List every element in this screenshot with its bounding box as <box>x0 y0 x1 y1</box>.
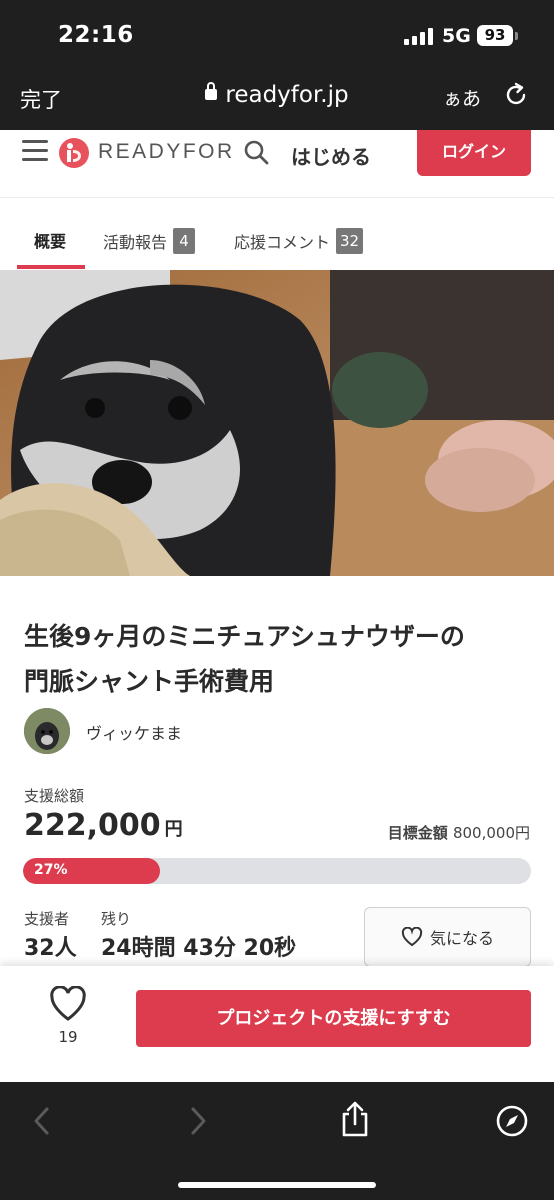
logo-icon[interactable] <box>59 138 89 168</box>
tab-activity-reports[interactable]: 活動報告 4 <box>103 228 196 254</box>
remaining-time-value: 24時間 43分 20秒 <box>101 936 297 961</box>
home-indicator[interactable] <box>178 1182 376 1188</box>
share-icon[interactable] <box>339 1100 371 1138</box>
battery-icon: 93 <box>477 25 513 46</box>
search-icon[interactable] <box>243 139 269 165</box>
remaining-label: 残り <box>101 910 132 928</box>
heart-icon[interactable] <box>49 986 87 1022</box>
signal-icon <box>404 28 433 45</box>
supporters-value: 32人 <box>24 936 77 961</box>
login-button[interactable]: ログイン <box>417 130 531 176</box>
progress-percent: 27% <box>34 862 68 878</box>
project-title-line: 門脈シャント手術費用 <box>24 667 275 696</box>
status-time: 22:16 <box>58 22 134 48</box>
back-icon[interactable] <box>32 1106 50 1136</box>
tab-label: 活動報告 <box>103 233 168 252</box>
goal-amount: 目標金額 800,000円 <box>388 822 530 843</box>
owner-avatar[interactable] <box>24 708 70 754</box>
project-tabs: 概要 活動報告 4 応援コメント 32 <box>0 198 554 270</box>
total-label: 支援総額 <box>24 787 85 805</box>
tab-count-badge: 4 <box>173 228 196 254</box>
reload-icon[interactable] <box>502 81 530 109</box>
funding-progress-bar: 27% <box>23 858 531 884</box>
network-type: 5G <box>442 25 471 47</box>
owner-name[interactable]: ヴィッケまま <box>86 720 182 744</box>
like-count: 19 <box>58 1028 78 1046</box>
start-project-link[interactable]: はじめる <box>291 141 371 170</box>
tab-label: 概要 <box>34 232 67 251</box>
goal-label: 目標金額 <box>387 824 448 842</box>
total-amount: 222,000 円 <box>24 808 183 843</box>
heart-icon <box>401 927 423 947</box>
project-hero-image <box>0 270 554 576</box>
browser-top-bar: 完了 readyfor.jp ぁあ <box>0 70 554 130</box>
tab-support-comments[interactable]: 応援コメント 32 <box>234 228 364 254</box>
project-title: 生後9ヶ月のミニチュアシュナウザーの 門脈シャント手術費用 <box>24 614 534 704</box>
battery-tip <box>515 32 518 40</box>
compass-icon[interactable] <box>495 1104 529 1138</box>
site-header: READYFOR はじめる ログイン <box>0 130 554 198</box>
active-tab-indicator <box>17 265 85 269</box>
support-project-button[interactable]: プロジェクトの支援にすすむ <box>136 990 531 1047</box>
goal-value: 800,000円 <box>452 824 530 842</box>
tab-label: 応援コメント <box>234 233 331 252</box>
logo-text[interactable]: READYFOR <box>98 140 235 164</box>
text-size-button[interactable]: ぁあ <box>443 84 481 111</box>
favorite-button[interactable]: 気になる <box>364 907 531 967</box>
forward-icon[interactable] <box>190 1106 208 1136</box>
total-amount-value: 222,000 <box>24 808 161 843</box>
lock-icon <box>205 82 218 100</box>
status-bar: 22:16 5G 93 <box>0 0 554 70</box>
tab-count-badge: 32 <box>336 228 364 254</box>
project-title-line: 生後9ヶ月のミニチュアシュナウザーの <box>24 622 465 651</box>
total-amount-unit: 円 <box>164 819 183 840</box>
favorite-label: 気になる <box>429 929 494 948</box>
url-text: readyfor.jp <box>225 82 349 108</box>
supporters-label: 支援者 <box>24 910 70 928</box>
bottom-action-bar: 19 プロジェクトの支援にすすむ <box>0 966 554 1082</box>
menu-icon[interactable] <box>22 140 48 162</box>
tab-overview[interactable]: 概要 <box>34 228 66 252</box>
